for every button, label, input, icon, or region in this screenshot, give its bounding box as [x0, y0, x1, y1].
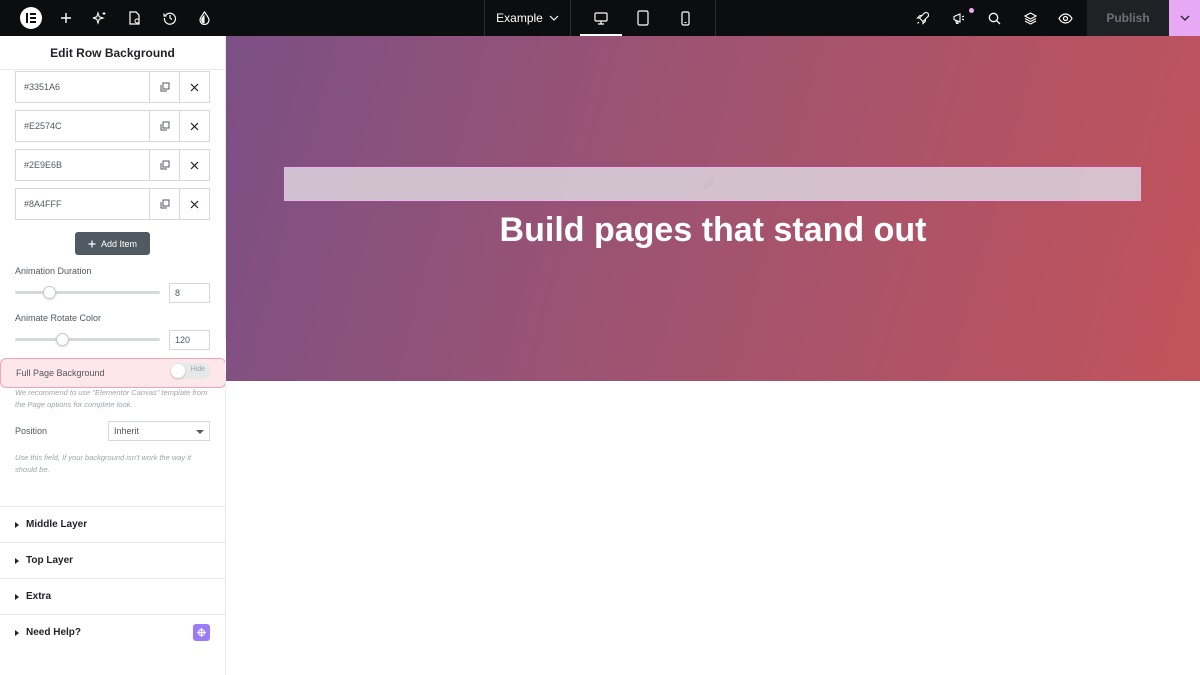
section-top-layer[interactable]: Top Layer	[0, 542, 225, 578]
desktop-view-button[interactable]	[580, 0, 622, 36]
color-item: #2E9E6B	[15, 149, 210, 181]
divider	[570, 0, 571, 36]
full-page-background-label: Full Page Background	[16, 368, 105, 378]
animate-rotate-color-input[interactable]: 120	[169, 330, 210, 350]
ai-sparkle-icon[interactable]	[90, 0, 110, 36]
color-item: #8A4FFF	[15, 188, 210, 220]
page-settings-icon[interactable]	[126, 0, 144, 36]
panel-title: Edit Row Background	[0, 36, 225, 70]
caret-down-icon	[196, 430, 204, 434]
position-note: Use this field, If your background isn't…	[15, 453, 192, 474]
position-select[interactable]: Inherit	[108, 421, 210, 441]
color-item: #E2574C	[15, 110, 210, 142]
section-middle-layer[interactable]: Middle Layer	[0, 506, 225, 542]
toggle-knob	[171, 364, 185, 378]
brand-badge-icon[interactable]	[193, 624, 210, 641]
section-label: Middle Layer	[26, 519, 88, 530]
full-page-background-control: Full Page Background Hide	[0, 358, 225, 388]
megaphone-icon[interactable]	[949, 0, 974, 36]
caret-right-icon	[15, 629, 19, 636]
hero-section[interactable]: Build pages that stand out	[226, 36, 1200, 381]
divider	[715, 0, 716, 36]
top-bar: Example Publish	[0, 0, 1200, 36]
animation-duration-input[interactable]: 8	[169, 283, 210, 303]
animation-duration-slider-handle[interactable]	[43, 286, 56, 299]
add-item-label: Add Item	[100, 238, 138, 249]
chevron-down-icon	[1180, 15, 1189, 21]
tablet-icon	[637, 10, 649, 26]
pencil-icon	[704, 178, 715, 189]
plus-icon	[88, 240, 96, 247]
animation-duration-slider[interactable]	[15, 291, 160, 294]
search-icon[interactable]	[984, 0, 1004, 36]
section-label: Top Layer	[26, 555, 74, 566]
color-item: #3351A6	[15, 71, 210, 103]
section-extra[interactable]: Extra	[0, 578, 225, 614]
chevron-down-icon	[549, 15, 559, 21]
plus-icon[interactable]	[56, 0, 76, 36]
notification-dot	[969, 8, 974, 13]
color-hex-field[interactable]: #2E9E6B	[16, 150, 149, 180]
position-label: Position	[15, 426, 48, 436]
section-label: Extra	[26, 591, 52, 602]
full-page-background-note: We recommend to use "Elementor Canvas" t…	[15, 388, 208, 409]
section-label: Need Help?	[26, 627, 82, 638]
remove-icon[interactable]	[179, 189, 209, 219]
color-hex-field[interactable]: #3351A6	[16, 72, 149, 102]
caret-right-icon	[15, 521, 19, 528]
publish-label: Publish	[1106, 11, 1150, 25]
full-page-background-toggle[interactable]: Hide	[170, 363, 211, 379]
page-name: Example	[496, 11, 543, 25]
page-selector[interactable]: Example	[485, 0, 570, 36]
remove-icon[interactable]	[179, 111, 209, 141]
section-need-help[interactable]: Need Help?	[0, 614, 225, 650]
publish-button[interactable]: Publish	[1087, 0, 1169, 36]
remove-icon[interactable]	[179, 150, 209, 180]
history-icon[interactable]	[160, 0, 180, 36]
duplicate-icon[interactable]	[149, 189, 179, 219]
site-settings-drop-icon[interactable]	[195, 0, 213, 36]
hero-heading[interactable]: Build pages that stand out	[226, 211, 1200, 250]
mobile-view-button[interactable]	[664, 0, 706, 36]
remove-icon[interactable]	[179, 72, 209, 102]
animate-rotate-color-slider[interactable]	[15, 338, 160, 341]
toggle-state-text: Hide	[190, 366, 205, 373]
eye-icon[interactable]	[1055, 0, 1075, 36]
desktop-icon	[594, 11, 608, 25]
layers-icon[interactable]	[1020, 0, 1040, 36]
duplicate-icon[interactable]	[149, 150, 179, 180]
tablet-view-button[interactable]	[622, 0, 664, 36]
elementor-logo-icon[interactable]	[18, 0, 44, 36]
rocket-icon[interactable]	[913, 0, 933, 36]
publish-options-button[interactable]	[1169, 0, 1200, 36]
add-item-button[interactable]: Add Item	[75, 232, 150, 255]
color-hex-field[interactable]: #E2574C	[16, 111, 149, 141]
editor-canvas: Build pages that stand out	[226, 36, 1200, 675]
caret-right-icon	[15, 557, 19, 564]
mobile-icon	[680, 10, 690, 26]
color-hex-field[interactable]: #8A4FFF	[16, 189, 149, 219]
duplicate-icon[interactable]	[149, 72, 179, 102]
position-value: Inherit	[114, 426, 140, 436]
duplicate-icon[interactable]	[149, 111, 179, 141]
empty-widget-placeholder[interactable]	[284, 167, 1141, 201]
editor-panel: Edit Row Background #3351A6 #E2574C #2E9…	[0, 36, 226, 675]
animate-rotate-color-label: Animate Rotate Color	[15, 313, 102, 323]
animation-duration-label: Animation Duration	[15, 266, 92, 276]
animate-rotate-color-slider-handle[interactable]	[56, 333, 69, 346]
caret-right-icon	[15, 593, 19, 600]
